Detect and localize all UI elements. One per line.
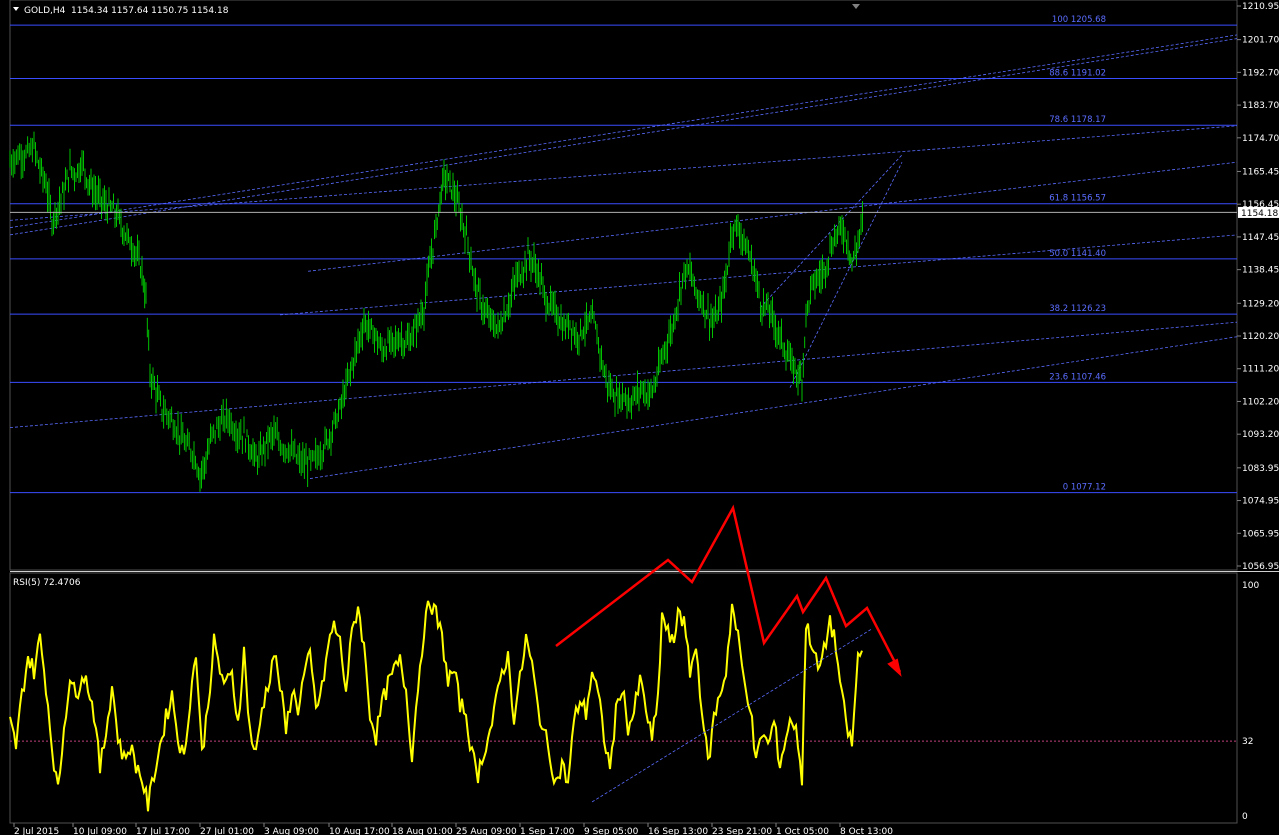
rsi-level-label: 32 bbox=[1242, 737, 1253, 747]
arrow-head-icon bbox=[887, 658, 902, 677]
time-tick-label: 18 Aug 01:00 bbox=[392, 827, 453, 835]
trend-line bbox=[309, 336, 1238, 479]
trend-line bbox=[9, 38, 1238, 236]
fibo-level-label: 50.0 1141.40 bbox=[1049, 249, 1106, 259]
rsi-title: RSI(5) 72.4706 bbox=[13, 578, 81, 588]
time-tick-label: 3 Aug 09:00 bbox=[264, 827, 319, 835]
price-tick-label: 1083.95 bbox=[1242, 464, 1279, 474]
price-tick-label: 1120.20 bbox=[1242, 332, 1279, 342]
time-axis: 2 Jul 2015 10 Jul 09:00 17 Jul 17:00 27 Jul… bbox=[13, 823, 893, 835]
rsi-level-label: 100 bbox=[1242, 581, 1259, 591]
price-tick-label: 1111.20 bbox=[1242, 365, 1279, 375]
price-panel-frame bbox=[9, 0, 1238, 571]
price-tick-label: 1056.95 bbox=[1242, 562, 1279, 572]
time-tick-label: 1 Sep 17:00 bbox=[520, 827, 575, 835]
price-panel-header: GOLD,H4 1154.34 1157.64 1150.75 1154.18 bbox=[13, 4, 860, 16]
fibo-level-label: 23.6 1107.46 bbox=[1049, 372, 1106, 382]
price-tick-label: 1074.95 bbox=[1242, 497, 1279, 507]
fibo-level-label: 88.6 1191.02 bbox=[1049, 68, 1106, 78]
current-price-marker: 1154.18 bbox=[10, 206, 1279, 219]
price-tick-label: 1192.70 bbox=[1242, 68, 1279, 78]
rsi-panel: 100 32 0 bbox=[9, 581, 1259, 822]
fibo-level-label: 38.2 1126.23 bbox=[1049, 304, 1106, 314]
price-tick-label: 1147.45 bbox=[1242, 233, 1279, 243]
trend-line bbox=[759, 154, 903, 308]
rsi-panel-frame bbox=[9, 572, 1238, 824]
current-price-label: 1154.18 bbox=[1241, 209, 1278, 219]
fibonacci-levels: 100 1205.68 88.6 1191.02 78.6 1178.17 61.8 … bbox=[10, 15, 1237, 494]
price-tick-label: 1183.70 bbox=[1242, 101, 1279, 111]
price-tick-label: 1210.95 bbox=[1242, 2, 1279, 12]
time-tick-label: 10 Jul 09:00 bbox=[73, 827, 127, 835]
price-tick-label: 1129.20 bbox=[1242, 299, 1279, 309]
dropdown-triangle-icon[interactable] bbox=[13, 7, 19, 11]
time-tick-label: 27 Jul 01:00 bbox=[200, 827, 254, 835]
time-tick-label: 1 Oct 05:00 bbox=[776, 827, 829, 835]
time-tick-label: 9 Sep 05:00 bbox=[584, 827, 639, 835]
rsi-level-label: 0 bbox=[1242, 812, 1248, 822]
fibo-level-label: 0 1077.12 bbox=[1063, 483, 1106, 493]
price-tick-label: 1065.95 bbox=[1242, 529, 1279, 539]
time-tick-label: 10 Aug 17:00 bbox=[329, 827, 390, 835]
time-tick-label: 17 Jul 17:00 bbox=[136, 827, 190, 835]
price-tick-label: 1138.45 bbox=[1242, 266, 1279, 276]
rsi-line bbox=[9, 600, 863, 812]
fibo-level-label: 61.8 1156.57 bbox=[1049, 194, 1106, 204]
price-tick-label: 1174.70 bbox=[1242, 134, 1279, 144]
price-tick-label: 1102.20 bbox=[1242, 397, 1279, 407]
price-bars bbox=[9, 131, 863, 492]
time-tick-label: 8 Oct 13:00 bbox=[840, 827, 893, 835]
price-tick-label: 1093.20 bbox=[1242, 430, 1279, 440]
trend-line bbox=[789, 162, 903, 388]
price-tick-label: 1201.70 bbox=[1242, 36, 1279, 46]
shift-marker-icon[interactable] bbox=[852, 4, 860, 9]
price-tick-label: 1165.45 bbox=[1242, 167, 1279, 177]
chart-frame: GOLD,H4 1154.34 1157.64 1150.75 1154.18 … bbox=[9, 0, 1279, 835]
time-tick-label: 16 Sep 13:00 bbox=[648, 827, 708, 835]
fibo-level-label: 100 1205.68 bbox=[1052, 15, 1106, 25]
time-tick-label: 25 Aug 09:00 bbox=[456, 827, 517, 835]
time-tick-label: 2 Jul 2015 bbox=[14, 827, 59, 835]
trend-line bbox=[9, 125, 1238, 221]
price-axis: 1210.95 1201.70 1192.70 1183.70 1174.70 1165.… bbox=[1237, 2, 1279, 572]
symbol-label: GOLD,H4 bbox=[24, 6, 66, 16]
time-tick-label: 23 Sep 21:00 bbox=[712, 827, 772, 835]
quote-label: 1154.34 1157.64 1150.75 1154.18 bbox=[71, 6, 229, 16]
trend-line bbox=[279, 234, 1238, 316]
fibo-level-label: 78.6 1178.17 bbox=[1049, 115, 1106, 125]
